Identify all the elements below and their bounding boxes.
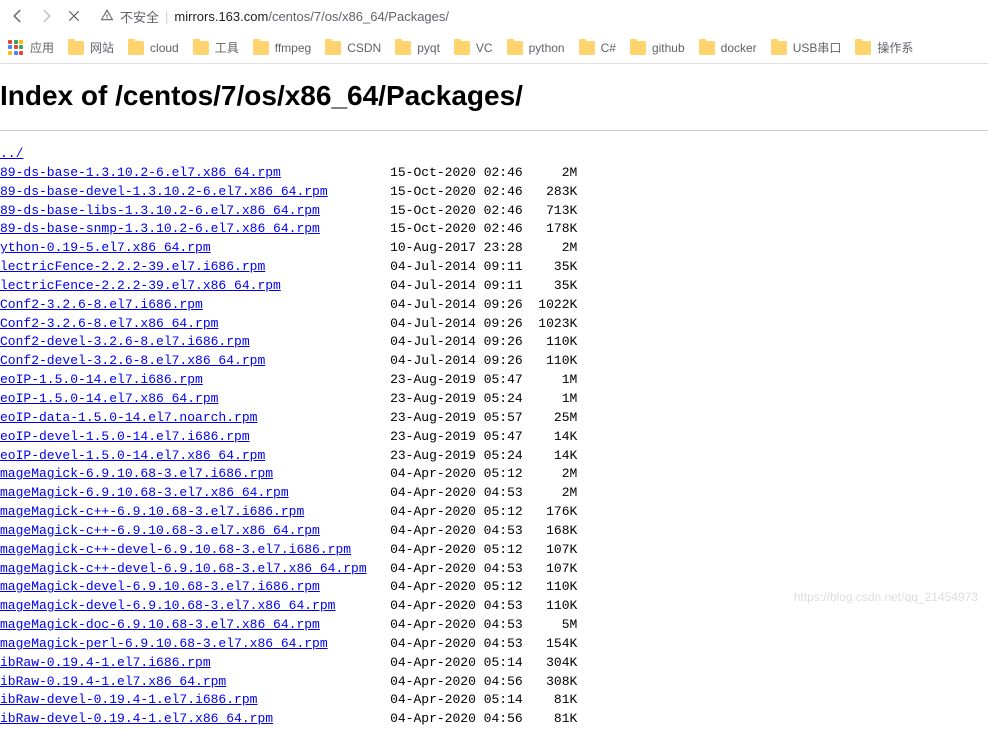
bookmark-label: CSDN: [347, 41, 381, 55]
file-link[interactable]: Conf2-devel-3.2.6-8.el7.i686.rpm: [0, 334, 250, 349]
file-link[interactable]: lectricFence-2.2.2-39.el7.i686.rpm: [0, 259, 265, 274]
address-bar[interactable]: 不安全 | mirrors.163.com/centos/7/os/x86_64…: [92, 7, 980, 26]
folder-icon: [855, 41, 871, 55]
forward-button[interactable]: [36, 6, 56, 26]
apps-label: 应用: [30, 39, 54, 56]
apps-icon: [8, 40, 24, 56]
file-link[interactable]: mageMagick-c++-6.9.10.68-3.el7.i686.rpm: [0, 504, 304, 519]
bookmark-label: 工具: [215, 39, 239, 56]
directory-listing: ../ 89-ds-base-1.3.10.2-6.el7.x86_64.rpm…: [0, 145, 988, 729]
bookmark-label: 操作系: [877, 39, 913, 56]
bookmark-folder[interactable]: USB串口: [771, 39, 842, 56]
bookmark-folder[interactable]: cloud: [128, 39, 179, 56]
bookmark-label: cloud: [150, 41, 179, 55]
folder-icon: [454, 41, 470, 55]
stop-button[interactable]: [64, 6, 84, 26]
file-link[interactable]: mageMagick-perl-6.9.10.68-3.el7.x86_64.r…: [0, 636, 328, 651]
bookmark-label: github: [652, 41, 685, 55]
insecure-icon: [100, 8, 114, 25]
folder-icon: [128, 41, 144, 55]
file-link[interactable]: mageMagick-6.9.10.68-3.el7.x86_64.rpm: [0, 485, 289, 500]
file-link[interactable]: mageMagick-6.9.10.68-3.el7.i686.rpm: [0, 466, 273, 481]
folder-icon: [325, 41, 341, 55]
file-link[interactable]: eoIP-devel-1.5.0-14.el7.x86_64.rpm: [0, 448, 265, 463]
file-link[interactable]: mageMagick-devel-6.9.10.68-3.el7.x86_64.…: [0, 598, 335, 613]
bookmark-label: 网站: [90, 39, 114, 56]
file-link[interactable]: mageMagick-devel-6.9.10.68-3.el7.i686.rp…: [0, 579, 320, 594]
file-link[interactable]: ibRaw-devel-0.19.4-1.el7.x86_64.rpm: [0, 711, 273, 726]
file-link[interactable]: ibRaw-0.19.4-1.el7.x86_64.rpm: [0, 674, 226, 689]
bookmark-folder[interactable]: github: [630, 39, 685, 56]
folder-icon: [630, 41, 646, 55]
url-path: /centos/7/os/x86_64/Packages/: [268, 9, 449, 24]
url-separator: |: [165, 9, 168, 24]
file-link[interactable]: lectricFence-2.2.2-39.el7.x86_64.rpm: [0, 278, 281, 293]
file-link[interactable]: ibRaw-0.19.4-1.el7.i686.rpm: [0, 655, 211, 670]
file-link[interactable]: Conf2-3.2.6-8.el7.i686.rpm: [0, 297, 203, 312]
divider: [0, 130, 988, 131]
back-button[interactable]: [8, 6, 28, 26]
file-link[interactable]: eoIP-data-1.5.0-14.el7.noarch.rpm: [0, 410, 257, 425]
file-link[interactable]: 89-ds-base-devel-1.3.10.2-6.el7.x86_64.r…: [0, 184, 328, 199]
file-link[interactable]: Conf2-3.2.6-8.el7.x86_64.rpm: [0, 316, 218, 331]
file-link[interactable]: mageMagick-c++-devel-6.9.10.68-3.el7.i68…: [0, 542, 351, 557]
file-link[interactable]: eoIP-1.5.0-14.el7.x86_64.rpm: [0, 391, 218, 406]
watermark: https://blog.csdn.net/qq_21454973: [794, 590, 978, 604]
bookmark-label: VC: [476, 41, 493, 55]
file-link[interactable]: eoIP-devel-1.5.0-14.el7.i686.rpm: [0, 429, 250, 444]
folder-icon: [699, 41, 715, 55]
folder-icon: [253, 41, 269, 55]
folder-icon: [507, 41, 523, 55]
bookmark-folder[interactable]: 工具: [193, 39, 239, 56]
file-link[interactable]: mageMagick-c++-6.9.10.68-3.el7.x86_64.rp…: [0, 523, 320, 538]
bookmark-label: python: [529, 41, 565, 55]
file-link[interactable]: Conf2-devel-3.2.6-8.el7.x86_64.rpm: [0, 353, 265, 368]
parent-link[interactable]: ../: [0, 146, 23, 161]
file-link[interactable]: mageMagick-c++-devel-6.9.10.68-3.el7.x86…: [0, 561, 367, 576]
page-title: Index of /centos/7/os/x86_64/Packages/: [0, 80, 988, 112]
bookmark-folder[interactable]: 操作系: [855, 39, 913, 56]
bookmark-label: C#: [601, 41, 616, 55]
page-content: Index of /centos/7/os/x86_64/Packages/ .…: [0, 64, 988, 729]
bookmark-folder[interactable]: C#: [579, 39, 616, 56]
bookmark-folder[interactable]: docker: [699, 39, 757, 56]
folder-icon: [68, 41, 84, 55]
bookmark-label: USB串口: [793, 39, 842, 56]
folder-icon: [395, 41, 411, 55]
bookmark-folder[interactable]: VC: [454, 39, 493, 56]
folder-icon: [193, 41, 209, 55]
browser-toolbar: 不安全 | mirrors.163.com/centos/7/os/x86_64…: [0, 0, 988, 32]
file-link[interactable]: mageMagick-doc-6.9.10.68-3.el7.x86_64.rp…: [0, 617, 320, 632]
bookmark-label: ffmpeg: [275, 41, 311, 55]
file-link[interactable]: 89-ds-base-snmp-1.3.10.2-6.el7.x86_64.rp…: [0, 221, 320, 236]
insecure-label: 不安全: [120, 7, 159, 26]
bookmark-folder[interactable]: python: [507, 39, 565, 56]
bookmark-folder[interactable]: pyqt: [395, 39, 440, 56]
apps-button[interactable]: 应用: [8, 39, 54, 56]
bookmark-folder[interactable]: CSDN: [325, 39, 381, 56]
file-link[interactable]: ython-0.19-5.el7.x86_64.rpm: [0, 240, 211, 255]
file-link[interactable]: eoIP-1.5.0-14.el7.i686.rpm: [0, 372, 203, 387]
folder-icon: [579, 41, 595, 55]
file-link[interactable]: 89-ds-base-libs-1.3.10.2-6.el7.x86_64.rp…: [0, 203, 320, 218]
folder-icon: [771, 41, 787, 55]
url-host: mirrors.163.com: [174, 9, 268, 24]
file-link[interactable]: 89-ds-base-1.3.10.2-6.el7.x86_64.rpm: [0, 165, 281, 180]
bookmark-label: docker: [721, 41, 757, 55]
bookmark-label: pyqt: [417, 41, 440, 55]
bookmark-folder[interactable]: ffmpeg: [253, 39, 311, 56]
bookmarks-bar: 应用 网站 cloud 工具 ffmpeg CSDN pyqt VC python C# gith…: [0, 32, 988, 64]
bookmark-folder[interactable]: 网站: [68, 39, 114, 56]
file-link[interactable]: ibRaw-devel-0.19.4-1.el7.i686.rpm: [0, 692, 257, 707]
